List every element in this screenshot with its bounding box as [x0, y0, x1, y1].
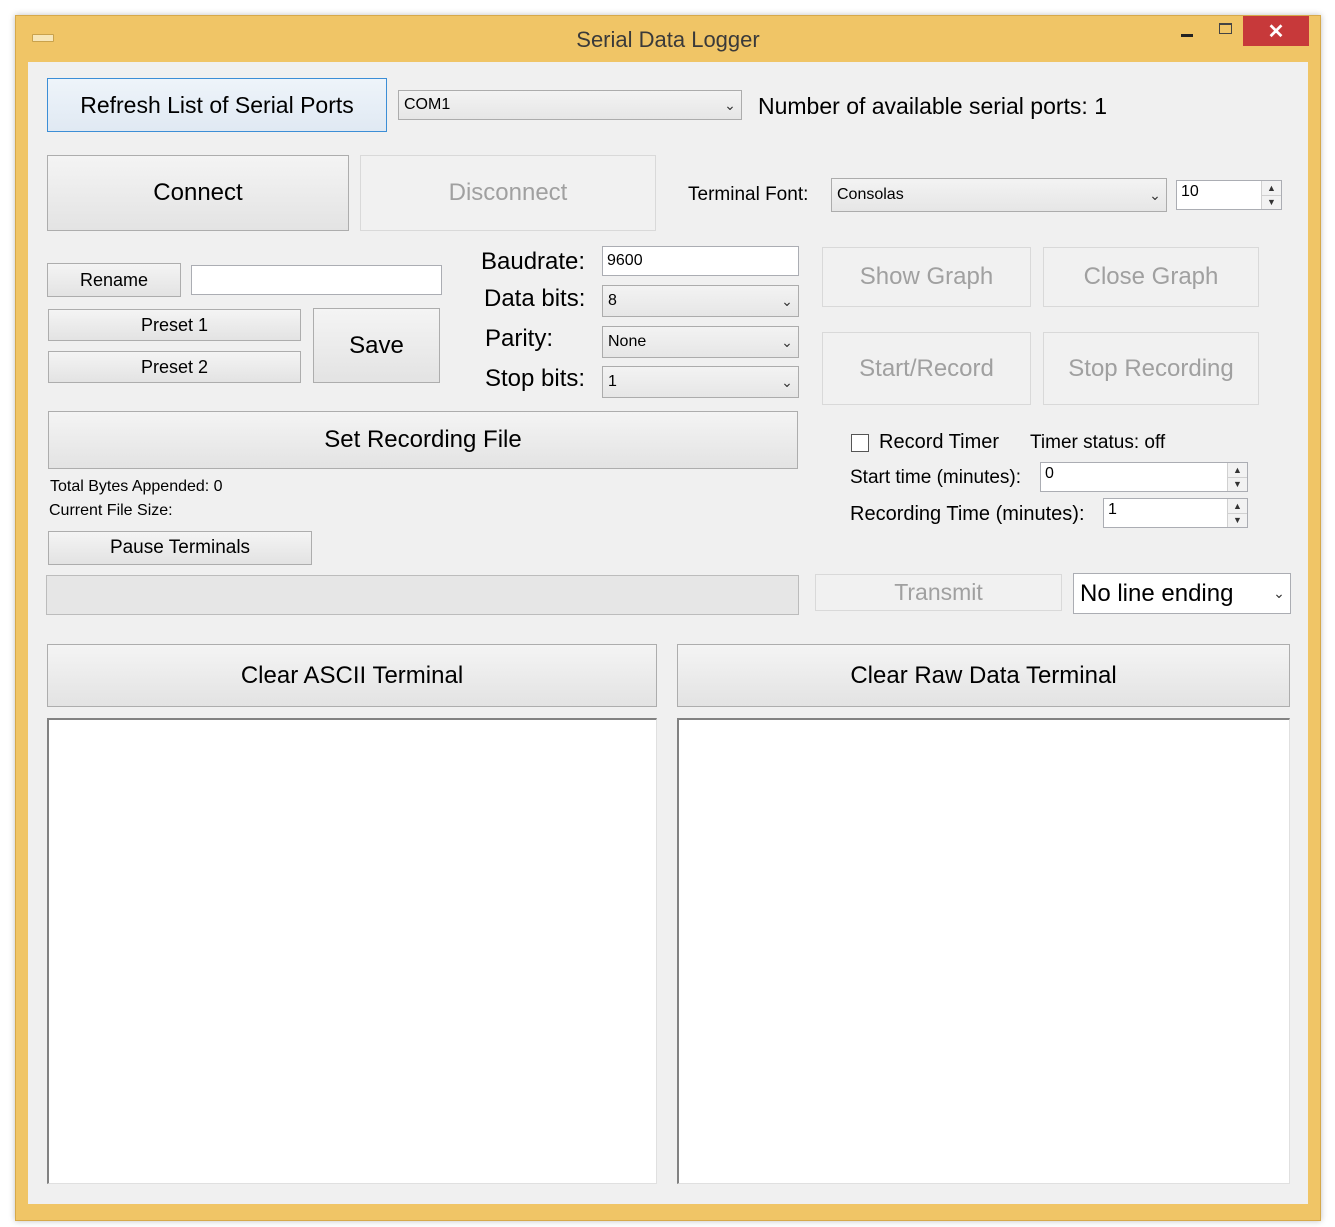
title-bar[interactable]: Serial Data Logger ✕: [16, 16, 1320, 62]
transmit-input[interactable]: [46, 575, 799, 615]
spin-down-icon[interactable]: ▼: [1228, 477, 1247, 491]
terminal-font-value: Consolas: [837, 186, 904, 203]
recording-time-stepper[interactable]: 1 ▲ ▼: [1103, 498, 1248, 528]
chevron-down-icon: ⌄: [781, 292, 793, 309]
window-title: Serial Data Logger: [576, 27, 760, 52]
font-size-stepper[interactable]: 10 ▲ ▼: [1176, 180, 1282, 210]
terminal-font-label: Terminal Font:: [688, 184, 809, 205]
font-size-value: 10: [1181, 183, 1199, 200]
line-ending-select[interactable]: No line ending ⌄: [1073, 573, 1291, 614]
parity-label: Parity:: [485, 325, 554, 352]
databits-value: 8: [608, 292, 617, 309]
timer-status-text: Timer status: off: [1030, 432, 1166, 453]
stopbits-label: Stop bits:: [485, 365, 586, 392]
baudrate-label: Baudrate:: [481, 248, 586, 275]
file-size-text: Current File Size:: [49, 502, 173, 519]
spin-down-icon[interactable]: ▼: [1228, 513, 1247, 527]
recording-time-value: 1: [1108, 501, 1117, 518]
spin-up-icon[interactable]: ▲: [1262, 181, 1281, 196]
port-select-value: COM1: [404, 96, 451, 113]
clear-raw-terminal-button[interactable]: Clear Raw Data Terminal: [677, 644, 1290, 707]
main-panel: Refresh List of Serial Ports COM1 ⌄ Numb…: [28, 62, 1308, 1204]
start-time-label: Start time (minutes):: [850, 467, 1022, 488]
app-window: Serial Data Logger ✕ Refresh List of Ser…: [15, 15, 1321, 1221]
stop-recording-button[interactable]: Stop Recording: [1043, 332, 1259, 405]
record-timer-label: Record Timer: [879, 431, 1000, 453]
raw-data-terminal[interactable]: [677, 718, 1290, 1184]
disconnect-button[interactable]: Disconnect: [360, 155, 656, 231]
chevron-down-icon: ⌄: [1149, 186, 1161, 203]
databits-label: Data bits:: [484, 285, 586, 312]
start-time-value: 0: [1045, 465, 1054, 482]
refresh-ports-button[interactable]: Refresh List of Serial Ports: [47, 78, 387, 132]
show-graph-button[interactable]: Show Graph: [822, 247, 1031, 307]
total-bytes-text: Total Bytes Appended: 0: [50, 478, 223, 495]
rename-button[interactable]: Rename: [47, 263, 181, 297]
preset1-button[interactable]: Preset 1: [48, 309, 301, 341]
set-recording-file-button[interactable]: Set Recording File: [48, 411, 798, 469]
terminal-font-select[interactable]: Consolas ⌄: [831, 178, 1167, 212]
record-timer-checkbox[interactable]: [851, 434, 869, 452]
chevron-down-icon: ⌄: [724, 96, 736, 113]
maximize-icon: [1218, 22, 1232, 34]
maximize-button[interactable]: [1208, 16, 1242, 46]
rename-input[interactable]: [191, 265, 442, 295]
parity-select[interactable]: None ⌄: [602, 326, 799, 358]
available-ports-text: Number of available serial ports: 1: [758, 93, 1107, 119]
transmit-button[interactable]: Transmit: [815, 574, 1062, 611]
recording-time-label: Recording Time (minutes):: [850, 503, 1085, 525]
spin-up-icon[interactable]: ▲: [1228, 463, 1247, 478]
minimize-icon: [1181, 33, 1193, 37]
stopbits-select[interactable]: 1 ⌄: [602, 366, 799, 398]
clear-ascii-terminal-button[interactable]: Clear ASCII Terminal: [47, 644, 657, 707]
baudrate-input[interactable]: 9600: [602, 246, 799, 276]
start-time-stepper[interactable]: 0 ▲ ▼: [1040, 462, 1248, 492]
stopbits-value: 1: [608, 373, 617, 390]
port-select[interactable]: COM1 ⌄: [398, 90, 742, 120]
line-ending-value: No line ending: [1080, 579, 1234, 607]
parity-value: None: [608, 333, 647, 350]
chevron-down-icon: ⌄: [781, 373, 793, 390]
databits-select[interactable]: 8 ⌄: [602, 285, 799, 317]
chevron-down-icon: ⌄: [1273, 585, 1285, 601]
spin-down-icon[interactable]: ▼: [1262, 195, 1281, 209]
spin-up-icon[interactable]: ▲: [1228, 499, 1247, 514]
minimize-button[interactable]: [1170, 16, 1204, 46]
save-button[interactable]: Save: [313, 308, 440, 383]
close-graph-button[interactable]: Close Graph: [1043, 247, 1259, 307]
preset2-button[interactable]: Preset 2: [48, 351, 301, 383]
close-button[interactable]: ✕: [1243, 16, 1309, 46]
close-icon: ✕: [1267, 20, 1285, 43]
pause-terminals-button[interactable]: Pause Terminals: [48, 531, 312, 565]
start-record-button[interactable]: Start/Record: [822, 332, 1031, 405]
connect-button[interactable]: Connect: [47, 155, 349, 231]
chevron-down-icon: ⌄: [781, 333, 793, 350]
ascii-terminal[interactable]: [47, 718, 657, 1184]
